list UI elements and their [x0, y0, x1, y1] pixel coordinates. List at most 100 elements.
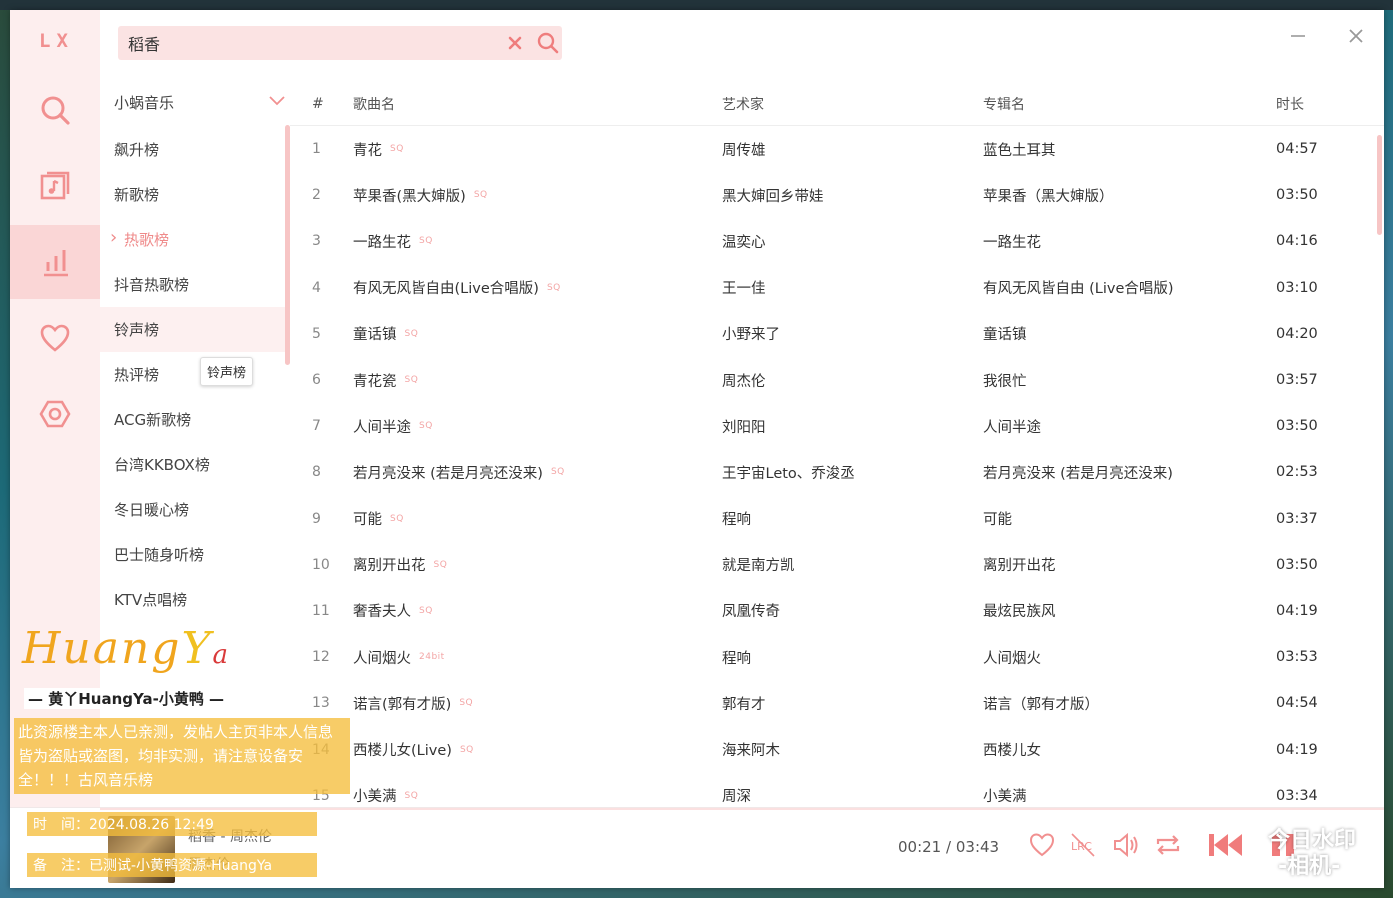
play-time: 00:21 / 03:43 — [898, 838, 999, 856]
now-playing-artist: 周杰伦 — [188, 857, 230, 873]
header-album: 专辑名 — [983, 96, 1025, 113]
row-duration: 04:16 — [1276, 233, 1318, 250]
row-num: 14 — [312, 741, 330, 758]
source-label: 小蜗音乐 — [114, 93, 175, 112]
clear-icon[interactable] — [504, 32, 526, 54]
close-icon[interactable] — [1344, 24, 1368, 48]
table-header: # 歌曲名 艺术家 专辑名 时长 — [290, 82, 1384, 126]
heart-icon[interactable] — [1027, 830, 1057, 860]
row-duration: 03:37 — [1276, 510, 1318, 527]
row-song-name: 一路生花 SQ — [353, 234, 433, 251]
settings-icon — [39, 400, 71, 428]
search-bar — [118, 26, 562, 60]
row-artist: 就是南方凯 — [722, 558, 795, 575]
table-row[interactable]: 14 西楼儿女(Live) SQ 海来阿木 西楼儿女 04:19 — [290, 726, 1384, 772]
board-item[interactable]: 新歌榜 — [100, 172, 290, 217]
quality-badge: SQ — [546, 282, 561, 293]
song-table-scrollbar[interactable] — [1377, 135, 1382, 235]
row-duration: 03:53 — [1276, 649, 1318, 666]
nav-settings[interactable] — [10, 377, 100, 451]
board-item[interactable]: 热评榜 — [100, 352, 290, 397]
repeat-icon[interactable] — [1153, 830, 1183, 860]
nav-song-list[interactable] — [10, 149, 100, 223]
nav-my-list[interactable] — [10, 301, 100, 375]
volume-icon[interactable] — [1111, 830, 1141, 860]
table-row[interactable]: 11 奢香夫人 SQ 凤凰传奇 最炫民族风 04:19 — [290, 588, 1384, 634]
row-num: 2 — [312, 187, 321, 204]
board-item[interactable]: 热歌榜 — [100, 217, 290, 262]
table-row[interactable]: 3 一路生花 SQ 温奕心 一路生花 04:16 — [290, 218, 1384, 264]
board-item[interactable]: 冬日暖心榜 — [100, 487, 290, 532]
row-artist: 小野来了 — [722, 327, 780, 344]
row-num: 4 — [312, 279, 321, 296]
row-duration: 04:19 — [1276, 602, 1318, 619]
source-selector[interactable]: 小蜗音乐 — [100, 82, 290, 122]
table-row[interactable]: 13 诺言(郭有才版) SQ 郭有才 诺言（郭有才版） 04:54 — [290, 680, 1384, 726]
table-row[interactable]: 10 离别开出花 SQ 就是南方凯 离别开出花 03:50 — [290, 542, 1384, 588]
now-playing-title: 稻香 - 周杰伦 — [188, 829, 272, 845]
board-item[interactable]: 台湾KKBOX榜 — [100, 442, 290, 487]
header-song-name: 歌曲名 — [353, 96, 395, 113]
table-row[interactable]: 2 苹果香(黑大婶版) SQ 黑大婶回乡带娃 苹果香（黑大婶版） 03:50 — [290, 172, 1384, 218]
board-list: 飙升榜新歌榜热歌榜抖音热歌榜铃声榜热评榜ACG新歌榜台湾KKBOX榜冬日暖心榜巴… — [100, 127, 290, 817]
row-song-name: 苹果香(黑大婶版) SQ — [353, 188, 488, 205]
table-row[interactable]: 5 童话镇 SQ 小野来了 童话镇 04:20 — [290, 311, 1384, 357]
board-item[interactable]: ACG新歌榜 — [100, 397, 290, 442]
chevron-down-icon — [269, 96, 285, 106]
quality-badge: SQ — [550, 467, 565, 478]
quality-badge: SQ — [404, 790, 419, 801]
table-row[interactable]: 1 青花 SQ 周传雄 蓝色土耳其 04:57 — [290, 126, 1384, 172]
time-separator: / — [946, 838, 952, 856]
row-album: 离别开出花 — [983, 558, 1056, 575]
board-item[interactable]: KTV点唱榜 — [100, 577, 290, 622]
quality-badge: SQ — [419, 605, 433, 616]
minimize-icon[interactable] — [1286, 24, 1310, 48]
row-album: 人间烟火 — [983, 650, 1041, 667]
row-song-name: 人间半途 SQ — [353, 419, 433, 436]
table-row[interactable]: 4 有风无风皆自由(Live合唱版) SQ 王一佳 有风无风皆自由 (Live合唱版) 0… — [290, 265, 1384, 311]
search-button-icon[interactable] — [536, 31, 560, 55]
quality-badge: 24bit — [419, 652, 445, 663]
album-cover[interactable] — [108, 816, 175, 883]
song-table: 1 青花 SQ 周传雄 蓝色土耳其 04:57 2 苹果香(黑大婶版) SQ 黑大婶回乡带娃 苹果香… — [290, 126, 1384, 816]
row-album: 一路生花 — [983, 234, 1041, 251]
row-artist: 周杰伦 — [722, 373, 766, 390]
quality-badge: SQ — [459, 698, 474, 709]
board-item[interactable]: 飙升榜 — [100, 127, 290, 172]
lyrics-icon[interactable]: LRC — [1068, 830, 1098, 860]
board-item[interactable]: 铃声榜 — [100, 307, 290, 352]
quality-badge: SQ — [433, 559, 448, 570]
music-library-icon — [40, 171, 70, 200]
nav-leaderboard[interactable] — [10, 225, 100, 299]
table-row[interactable]: 7 人间半途 SQ 刘阳阳 人间半途 03:50 — [290, 403, 1384, 449]
table-row[interactable]: 8 若月亮没来 (若是月亮还没来) SQ 王宇宙Leto、乔浚丞 若月亮没来 (若是月亮… — [290, 449, 1384, 495]
row-song-name: 西楼儿女(Live) SQ — [353, 743, 474, 760]
row-artist: 王一佳 — [722, 281, 766, 298]
row-artist: 郭有才 — [722, 696, 766, 713]
board-item[interactable]: 抖音热歌榜 — [100, 262, 290, 307]
table-row[interactable]: 6 青花瓷 SQ 周杰伦 我很忙 03:57 — [290, 357, 1384, 403]
search-input[interactable] — [128, 26, 488, 60]
quality-badge: SQ — [390, 144, 404, 155]
row-album: 蓝色土耳其 — [983, 142, 1056, 159]
play-pause-icon[interactable] — [1266, 830, 1302, 860]
row-num: 11 — [312, 602, 330, 619]
table-row[interactable]: 12 人间烟火 24bit 程响 人间烟火 03:53 — [290, 634, 1384, 680]
previous-icon[interactable] — [1206, 830, 1246, 860]
board-item[interactable]: 巴士随身听榜 — [100, 532, 290, 577]
row-song-name: 青花 SQ — [353, 142, 404, 159]
table-row[interactable]: 9 可能 SQ 程响 可能 03:37 — [290, 496, 1384, 542]
row-album: 诺言（郭有才版） — [983, 696, 1099, 713]
row-artist: 周传雄 — [722, 142, 766, 159]
row-song-name: 童话镇 SQ — [353, 327, 419, 344]
nav-search[interactable] — [10, 73, 100, 147]
row-song-name: 可能 SQ — [353, 512, 404, 529]
row-duration: 03:57 — [1276, 372, 1318, 389]
row-album: 若月亮没来 (若是月亮还没来) — [983, 465, 1173, 482]
row-artist: 凤凰传奇 — [722, 604, 780, 621]
row-artist: 温奕心 — [722, 234, 766, 251]
row-duration: 03:50 — [1276, 187, 1318, 204]
row-artist: 海来阿木 — [722, 743, 780, 760]
progress-track[interactable] — [100, 808, 1384, 810]
row-duration: 04:57 — [1276, 141, 1318, 158]
